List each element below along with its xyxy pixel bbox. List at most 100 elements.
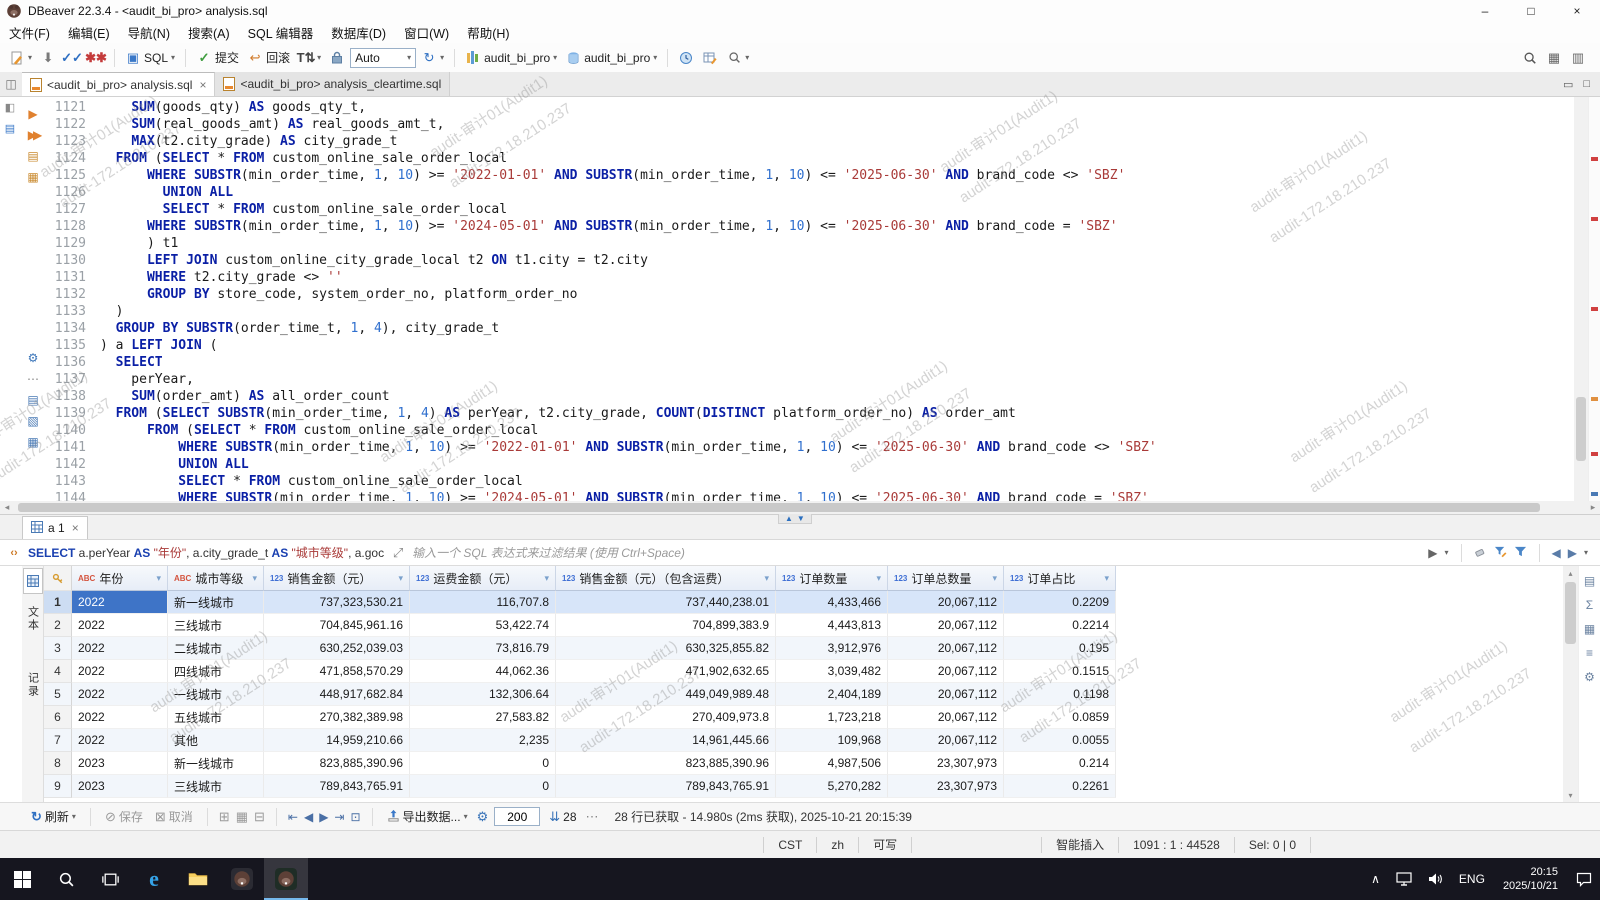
scroll-right-icon[interactable]: ▸	[1586, 501, 1600, 514]
collapsed-panel-icon[interactable]: ▤	[5, 122, 15, 135]
grid-cell[interactable]: 0.2214	[1004, 614, 1116, 637]
grid-panel-icon[interactable]: ▦	[27, 435, 38, 449]
chevron-down-icon[interactable]: ▾	[1445, 548, 1449, 557]
expand-expression-icon[interactable]: ⤢	[390, 545, 406, 561]
grid-cell[interactable]: 0.1515	[1004, 660, 1116, 683]
grid-cell[interactable]: 20,067,112	[888, 729, 1004, 752]
filter-history-forward-icon[interactable]: ▶	[1568, 546, 1577, 560]
grid-cell[interactable]: 0.0859	[1004, 706, 1116, 729]
schema-selector[interactable]: audit_bi_pro ▾	[562, 48, 660, 68]
grid-cell[interactable]: 0.1198	[1004, 683, 1116, 706]
grid-cell[interactable]: 109,968	[776, 729, 888, 752]
close-tab-icon[interactable]: ×	[72, 521, 79, 535]
grid-cell[interactable]: 20,067,112	[888, 683, 1004, 706]
code-line[interactable]: 1139 FROM (SELECT SUBSTR(min_order_time,…	[46, 405, 1574, 422]
column-header[interactable]: 123 订单占比 ▾	[1004, 566, 1116, 591]
code-line[interactable]: 1123 MAX(t2.city_grade) AS city_grade_t	[46, 133, 1574, 150]
scrollbar-thumb[interactable]	[1565, 582, 1576, 644]
dbeaver-taskbar-button-active[interactable]	[264, 858, 308, 900]
grid-cell[interactable]: 116,707.8	[410, 591, 556, 614]
references-icon[interactable]: ⚙	[1584, 670, 1595, 684]
row-number[interactable]: 4	[44, 660, 72, 683]
grid-cell[interactable]: 新一线城市	[168, 752, 264, 775]
grid-cell[interactable]: 448,917,682.84	[264, 683, 410, 706]
grid-cell[interactable]: 789,843,765.91	[556, 775, 776, 798]
chevron-down-icon[interactable]: ▾	[1584, 548, 1588, 557]
add-row-button[interactable]: ⊞	[219, 809, 230, 825]
restore-panel-icon[interactable]: ◫	[0, 72, 22, 96]
grid-cell[interactable]: 2023	[72, 752, 168, 775]
grid-cell[interactable]: 20,067,112	[888, 637, 1004, 660]
filter-input[interactable]: 输入一个 SQL 表达式来过滤结果 (使用 Ctrl+Space)	[412, 544, 1422, 561]
editor-tab-analysis[interactable]: <audit_bi_pro> analysis.sql ×	[22, 72, 216, 96]
code-line[interactable]: 1138 SUM(order_amt) AS all_order_count	[46, 388, 1574, 405]
collapse-down-icon[interactable]: ▼	[797, 514, 805, 523]
commit-mode-combo[interactable]: Auto ▾	[350, 47, 417, 68]
apply-filter-icon[interactable]: ▶	[1428, 546, 1437, 560]
pending-changes-button[interactable]: ✱✱	[85, 48, 107, 68]
grid-cell[interactable]: 五线城市	[168, 706, 264, 729]
dbeaver-taskbar-button[interactable]	[220, 858, 264, 900]
fetch-size-input[interactable]	[494, 807, 541, 826]
scrollbar-thumb[interactable]	[18, 503, 1540, 512]
grid-cell[interactable]: 新一线城市	[168, 591, 264, 614]
close-button[interactable]: ×	[1554, 0, 1600, 22]
editor-hscrollbar[interactable]: ◂ ▸	[0, 501, 1600, 514]
grid-cell[interactable]: 4,433,466	[776, 591, 888, 614]
log-panel-icon[interactable]: ▧	[27, 414, 38, 428]
column-header[interactable]: ABC 城市等级 ▾	[168, 566, 264, 591]
grid-cell[interactable]: 2023	[72, 775, 168, 798]
code-line[interactable]: 1127 SELECT * FROM custom_online_sale_or…	[46, 201, 1574, 218]
column-filter-caret-icon[interactable]: ▾	[992, 573, 997, 584]
next-row-button[interactable]: ▶	[319, 810, 328, 824]
grid-cell[interactable]: 823,885,390.96	[556, 752, 776, 775]
grid-cell[interactable]: 0.2261	[1004, 775, 1116, 798]
toolbar-overflow-icon[interactable]: ▥	[1570, 50, 1586, 66]
search-icon[interactable]	[1522, 50, 1538, 66]
overflow-icon[interactable]: ⋯	[586, 809, 599, 825]
data-editor-button[interactable]	[699, 48, 721, 68]
show-hidden-icons-button[interactable]: ∧	[1363, 858, 1388, 900]
code-line[interactable]: 1137 perYear,	[46, 371, 1574, 388]
sql-editor[interactable]: 1121 SUM(goods_qty) AS goods_qty_t, 1122 …	[46, 97, 1574, 501]
grid-corner-key-icon[interactable]	[44, 566, 72, 591]
rollback-button[interactable]: ↩ 回滚	[244, 47, 293, 68]
grid-cell[interactable]: 0	[410, 775, 556, 798]
grid-cell[interactable]: 4,443,813	[776, 614, 888, 637]
grid-cell[interactable]: 2022	[72, 729, 168, 752]
code-line[interactable]: 1132 GROUP BY store_code, system_order_n…	[46, 286, 1574, 303]
save-button[interactable]: ⊘ 保存	[102, 806, 146, 827]
load-script-button[interactable]: ⬇	[37, 48, 59, 68]
grid-cell[interactable]: 2,235	[410, 729, 556, 752]
menu-item[interactable]: 窗口(W)	[395, 21, 458, 44]
code-line[interactable]: 1122 SUM(real_goods_amt) AS real_goods_a…	[46, 116, 1574, 133]
maximize-editor-icon[interactable]: □	[1583, 78, 1590, 90]
grid-cell[interactable]: 270,382,389.98	[264, 706, 410, 729]
input-language-indicator[interactable]: ENG	[1451, 858, 1493, 900]
export-data-button[interactable]: 导出数据... ▾	[384, 806, 471, 827]
grid-cell[interactable]: 三线城市	[168, 775, 264, 798]
commit-check-button[interactable]: ✓✓	[61, 48, 83, 68]
calc-panel-icon[interactable]: ▦	[1584, 622, 1595, 636]
grid-cell[interactable]: 823,885,390.96	[264, 752, 410, 775]
code-line[interactable]: 1128 WHERE SUBSTR(min_order_time, 1, 10)…	[46, 218, 1574, 235]
grid-cell[interactable]: 0.214	[1004, 752, 1116, 775]
grid-cell[interactable]: 737,323,530.21	[264, 591, 410, 614]
code-line[interactable]: 1126 UNION ALL	[46, 184, 1574, 201]
code-line[interactable]: 1124 FROM (SELECT * FROM custom_online_s…	[46, 150, 1574, 167]
column-filter-caret-icon[interactable]: ▾	[876, 573, 881, 584]
grid-cell[interactable]: 704,845,961.16	[264, 614, 410, 637]
code-line[interactable]: 1129 ) t1	[46, 235, 1574, 252]
code-line[interactable]: 1130 LEFT JOIN custom_online_city_grade_…	[46, 252, 1574, 269]
column-filter-caret-icon[interactable]: ▾	[156, 573, 161, 584]
grid-view-tab[interactable]	[22, 568, 43, 594]
grid-cell[interactable]: 0.2209	[1004, 591, 1116, 614]
column-filter-caret-icon[interactable]: ▾	[764, 573, 769, 584]
history-button[interactable]	[675, 48, 697, 68]
grid-cell[interactable]: 44,062.36	[410, 660, 556, 683]
grid-cell[interactable]: 20,067,112	[888, 660, 1004, 683]
grid-cell[interactable]: 2022	[72, 683, 168, 706]
prev-row-button[interactable]: ◀	[304, 810, 313, 824]
execute-script-icon[interactable]: ▶▶	[28, 128, 43, 142]
aggregate-icon[interactable]: Σ	[1586, 598, 1593, 612]
